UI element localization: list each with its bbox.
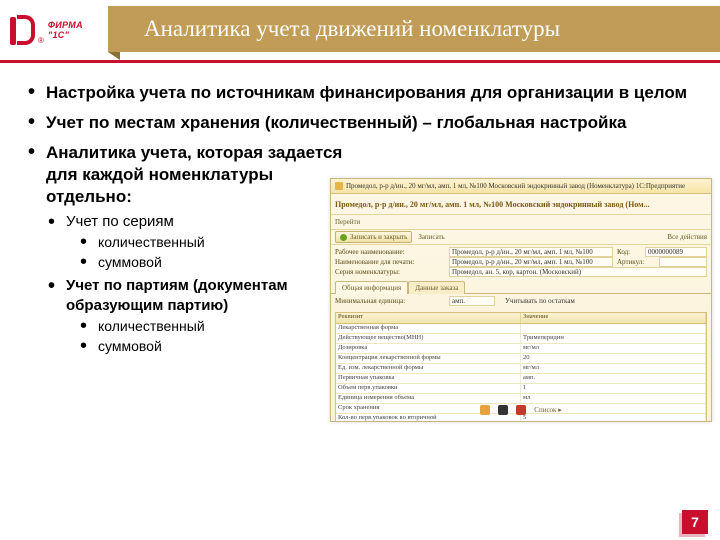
cell-key: Ед. изм. лекарственной формы <box>336 364 521 373</box>
col-value: Значение <box>521 313 706 323</box>
unit-input[interactable]: амп. <box>449 296 495 306</box>
print-name-input[interactable]: Промедол, р-р д/ин., 20 мг/мл, амп. 1 мл… <box>449 257 613 267</box>
save-button[interactable]: Записать <box>418 233 444 241</box>
sub-bullet-batch: Учет по партиям (документам образующим п… <box>44 276 344 316</box>
window-title-text: Промедол, р-р д/ин., 20 мг/мл, амп. 1 мл… <box>346 182 685 190</box>
article-input[interactable] <box>659 257 707 267</box>
field-label: Серия номенклатуры: <box>335 268 445 276</box>
sub-sub-sum-2: суммовой <box>76 336 344 356</box>
article-label: Артикул: <box>617 258 655 266</box>
sub-bullet-series: Учет по сериям <box>44 212 344 232</box>
save-close-button[interactable]: Записать и закрыть <box>335 231 412 243</box>
bullet-1: Настройка учета по источникам финансиров… <box>24 82 694 104</box>
cell-key: Дозировка <box>336 344 521 353</box>
series-input[interactable]: Промедол, ан. 5, кор, картон. (Московски… <box>449 267 707 277</box>
tab-order-data[interactable]: Данные заказа <box>408 281 465 294</box>
sub-sub-qty-1: количественный <box>76 232 344 252</box>
footer-icon <box>480 405 490 415</box>
logo: ® ФИРМА "1С" <box>0 0 108 60</box>
remain-checkbox-label[interactable]: Учитывать по остаткам <box>505 297 575 305</box>
work-name-input[interactable]: Промедол, р-р д/ин., 20 мг/мл, амп. 1 мл… <box>449 247 613 257</box>
form-footer-icons: Список ▸ <box>331 401 711 419</box>
cell-key: Объем перв.упаковки <box>336 384 521 393</box>
sub-sub-qty-2: количественный <box>76 316 344 336</box>
window-titlebar: Промедол, р-р д/ин., 20 мг/мл, амп. 1 мл… <box>331 179 711 194</box>
cell-value <box>521 324 706 333</box>
table-row[interactable]: Первичная упаковкаамп. <box>336 374 706 384</box>
table-row[interactable]: Объем перв.упаковки1 <box>336 384 706 394</box>
cell-value: 1 <box>521 384 706 393</box>
cell-value: Тримеперидин <box>521 334 706 343</box>
cell-key: Действующее вещество(МНН) <box>336 334 521 343</box>
code-label: Код: <box>617 248 641 256</box>
cell-key: Концентрация лекарственной формы <box>336 354 521 363</box>
cell-value: мг/мл <box>521 344 706 353</box>
field-label: Рабочее наименование: <box>335 248 445 256</box>
embedded-screenshot: Промедол, р-р д/ин., 20 мг/мл, амп. 1 мл… <box>330 178 712 422</box>
logo-text: ФИРМА "1С" <box>48 20 98 40</box>
footer-list-link[interactable]: Список ▸ <box>534 406 561 414</box>
all-actions-button[interactable]: Все действия <box>667 233 707 241</box>
cell-value: мг/мл <box>521 364 706 373</box>
table-header: Реквизит Значение <box>336 313 706 324</box>
table-row[interactable]: Концентрация лекарственной формы20 <box>336 354 706 364</box>
tab-general[interactable]: Общая информация <box>335 281 408 294</box>
check-icon <box>340 234 347 241</box>
form-header: Промедол, р-р д/ин., 20 мг/мл, амп. 1 мл… <box>331 194 711 215</box>
code-input[interactable]: 0000000089 <box>645 247 707 257</box>
table-row[interactable]: Ед. изм. лекарственной формымг/мл <box>336 364 706 374</box>
footer-icon <box>516 405 526 415</box>
field-label: Наименование для печати: <box>335 258 445 266</box>
bullet-3: Аналитика учета, которая задается для ка… <box>24 142 346 208</box>
bullet-2: Учет по местам хранения (количественный)… <box>24 112 694 134</box>
cell-value: 20 <box>521 354 706 363</box>
col-key: Реквизит <box>336 313 521 323</box>
cell-key: Первичная упаковка <box>336 374 521 383</box>
table-row[interactable]: Лекарственная форма <box>336 324 706 334</box>
table-row[interactable]: Дозировкамг/мл <box>336 344 706 354</box>
footer-icon <box>498 405 508 415</box>
slide-title: Аналитика учета движений номенклатуры <box>108 6 720 52</box>
cell-key: Лекарственная форма <box>336 324 521 333</box>
app-icon <box>335 182 343 190</box>
cell-value: амп. <box>521 374 706 383</box>
menu-go[interactable]: Перейти <box>335 218 360 226</box>
logo-1c-icon: ® <box>10 15 44 45</box>
table-row[interactable]: Действующее вещество(МНН)Тримеперидин <box>336 334 706 344</box>
page-number: 7 <box>682 510 708 534</box>
sub-sub-sum-1: суммовой <box>76 252 344 272</box>
unit-label: Минимальная единица: <box>335 297 445 305</box>
